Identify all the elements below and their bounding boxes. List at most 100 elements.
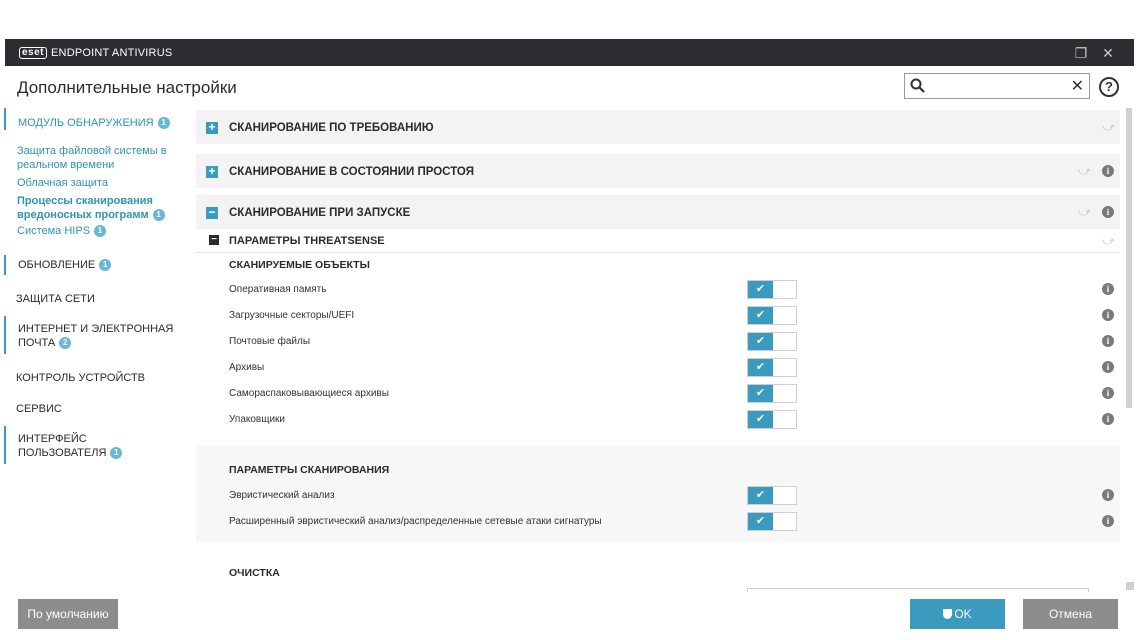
- eset-logo: eset ENDPOINT ANTIVIRUS: [19, 47, 172, 59]
- expand-icon[interactable]: +: [206, 165, 218, 178]
- setting-row: Эвристический анализ ✔ i: [196, 484, 1120, 510]
- expand-icon[interactable]: +: [206, 121, 218, 134]
- sidebar-item-label: ОБНОВЛЕНИЕ: [18, 259, 96, 271]
- section-on-demand-scan[interactable]: + СКАНИРОВАНИЕ ПО ТРЕБОВАНИЮ ⤻: [196, 110, 1120, 144]
- sidebar-item-tools[interactable]: СЕРВИС: [16, 402, 190, 416]
- revert-icon[interactable]: ⤻: [1102, 120, 1115, 135]
- count-badge: 1: [157, 117, 170, 130]
- info-icon[interactable]: i: [1102, 206, 1114, 218]
- section-startup-scan[interactable]: − СКАНИРОВАНИЕ ПРИ ЗАПУСКЕ ⤻ i: [196, 195, 1120, 229]
- toggle-switch[interactable]: ✔: [747, 384, 797, 403]
- sidebar-item-detection[interactable]: МОДУЛЬ ОБНАРУЖЕНИЯ 1: [18, 116, 190, 130]
- title-bar: eset ENDPOINT ANTIVIRUS ❐ ✕: [5, 39, 1134, 66]
- section-label: СКАНИРОВАНИЕ В СОСТОЯНИИ ПРОСТОЯ: [229, 166, 474, 178]
- setting-row: Почтовые файлы ✔ i: [196, 330, 1120, 356]
- toggle-switch[interactable]: ✔: [747, 486, 797, 505]
- subsection-threatsense[interactable]: − ПАРАМЕТРЫ THREATSENSE ⤻: [196, 229, 1120, 253]
- toggle-switch[interactable]: ✔: [747, 358, 797, 377]
- count-badge: 1: [110, 447, 123, 460]
- check-icon: ✔: [748, 333, 773, 350]
- check-icon: ✔: [748, 281, 773, 298]
- setting-row: Оперативная память ✔ i: [196, 278, 1120, 304]
- sidebar-item-hips[interactable]: Система HIPS 1: [17, 224, 175, 238]
- scrollbar-thumb[interactable]: [1126, 108, 1132, 408]
- info-icon[interactable]: i: [1102, 309, 1114, 321]
- revert-icon[interactable]: ⤻: [1078, 164, 1091, 179]
- count-badge: 1: [94, 225, 107, 238]
- toggle-switch[interactable]: ✔: [747, 512, 797, 531]
- logo-mark: eset: [19, 47, 48, 59]
- settings-content: + СКАНИРОВАНИЕ ПО ТРЕБОВАНИЮ ⤻ + СКАНИРО…: [196, 108, 1120, 592]
- page-title: Дополнительные настройки: [17, 78, 237, 97]
- sidebar-item-device-control[interactable]: КОНТРОЛЬ УСТРОЙСТВ: [16, 371, 190, 385]
- section-idle-scan[interactable]: + СКАНИРОВАНИЕ В СОСТОЯНИИ ПРОСТОЯ ⤻ i: [196, 154, 1120, 188]
- close-icon[interactable]: ✕: [1098, 43, 1118, 63]
- sidebar-item-label: ИНТЕРФЕЙС ПОЛЬЗОВАТЕЛЯ: [18, 433, 107, 459]
- toggle-switch[interactable]: ✔: [747, 280, 797, 299]
- check-icon: ✔: [748, 359, 773, 376]
- sidebar-item-web-email[interactable]: ИНТЕРНЕТ И ЭЛЕКТРОННАЯ ПОЧТА 2: [18, 322, 179, 350]
- info-icon[interactable]: i: [1102, 361, 1114, 373]
- default-button[interactable]: По умолчанию: [18, 599, 118, 629]
- check-icon: ✔: [748, 307, 773, 324]
- cleaning-level-select[interactable]: [747, 588, 1089, 592]
- search-icon: [910, 78, 925, 93]
- cancel-button[interactable]: Отмена: [1023, 599, 1118, 629]
- ok-button[interactable]: OK: [910, 599, 1005, 629]
- product-name: ENDPOINT ANTIVIRUS: [51, 47, 173, 59]
- sidebar-item-cloud-protection[interactable]: Облачная защита: [17, 176, 175, 190]
- sidebar-item-realtime-protection[interactable]: Защита файловой системы в реальном време…: [17, 144, 175, 172]
- sidebar-item-label: Процессы сканирования вредоносных програ…: [17, 195, 153, 221]
- info-icon[interactable]: i: [1102, 165, 1114, 177]
- sidebar-item-network[interactable]: ЗАЩИТА СЕТИ: [16, 292, 190, 306]
- sidebar-group-network: ЗАЩИТА СЕТИ: [4, 292, 190, 306]
- setting-label: Упаковщики: [229, 414, 286, 425]
- info-icon[interactable]: i: [1102, 387, 1114, 399]
- sidebar: МОДУЛЬ ОБНАРУЖЕНИЯ 1 Защита файловой сист…: [0, 108, 190, 464]
- revert-icon[interactable]: ⤻: [1078, 205, 1091, 220]
- check-icon: ✔: [748, 513, 773, 530]
- sidebar-item-malware-scans[interactable]: Процессы сканирования вредоносных програ…: [17, 194, 175, 222]
- info-icon[interactable]: i: [1102, 413, 1114, 425]
- sidebar-item-user-interface[interactable]: ИНТЕРФЕЙС ПОЛЬЗОВАТЕЛЯ 1: [18, 432, 144, 460]
- setting-row: Самораспаковывающиеся архивы ✔ i: [196, 382, 1120, 408]
- sidebar-group-web: ИНТЕРНЕТ И ЭЛЕКТРОННАЯ ПОЧТА 2: [4, 316, 179, 354]
- info-icon[interactable]: i: [1102, 335, 1114, 347]
- info-icon[interactable]: i: [1102, 515, 1114, 527]
- check-icon: ✔: [748, 411, 773, 428]
- count-badge: 1: [152, 209, 165, 222]
- check-icon: ✔: [748, 385, 773, 402]
- collapse-icon[interactable]: −: [206, 206, 218, 219]
- sidebar-item-update[interactable]: ОБНОВЛЕНИЕ 1: [18, 258, 190, 272]
- setting-row: Архивы ✔ i: [196, 356, 1120, 382]
- sidebar-item-label: Система HIPS: [17, 225, 91, 237]
- restore-icon[interactable]: ❐: [1071, 43, 1091, 63]
- info-icon[interactable]: i: [1102, 283, 1114, 295]
- count-badge: 1: [99, 259, 112, 272]
- revert-icon[interactable]: ⤻: [1102, 234, 1115, 249]
- info-icon[interactable]: i: [1102, 489, 1114, 501]
- scrollbar[interactable]: [1126, 108, 1134, 592]
- toggle-switch[interactable]: ✔: [747, 410, 797, 429]
- toggle-switch[interactable]: ✔: [747, 332, 797, 351]
- ok-label: OK: [954, 607, 972, 621]
- help-icon[interactable]: ?: [1099, 77, 1119, 97]
- section-label: СКАНИРОВАНИЕ ПРИ ЗАПУСКЕ: [229, 207, 411, 219]
- toggle-switch[interactable]: ✔: [747, 306, 797, 325]
- clear-search-icon[interactable]: ✕: [1071, 76, 1084, 96]
- sidebar-group-update: ОБНОВЛЕНИЕ 1: [4, 255, 190, 275]
- setting-row: Загрузочные секторы/UEFI ✔ i: [196, 304, 1120, 330]
- setting-label: Самораспаковывающиеся архивы: [229, 388, 389, 399]
- count-badge: 2: [59, 337, 72, 350]
- group-title-cleaning: ОЧИСТКА: [229, 567, 280, 579]
- sidebar-group-ui: ИНТЕРФЕЙС ПОЛЬЗОВАТЕЛЯ 1: [4, 426, 144, 464]
- sidebar-item-label: МОДУЛЬ ОБНАРУЖЕНИЯ: [18, 117, 154, 129]
- scroll-down-arrow[interactable]: [1126, 582, 1134, 590]
- sidebar-group-devices: КОНТРОЛЬ УСТРОЙСТВ: [4, 371, 190, 385]
- sidebar-group-detection: МОДУЛЬ ОБНАРУЖЕНИЯ 1: [4, 108, 190, 130]
- sidebar-item-label: ИНТЕРНЕТ И ЭЛЕКТРОННАЯ ПОЧТА: [18, 323, 174, 349]
- collapse-icon[interactable]: −: [209, 235, 219, 245]
- setting-label: Загрузочные секторы/UEFI: [229, 310, 355, 321]
- search-field[interactable]: ✕: [904, 73, 1090, 99]
- setting-label: Почтовые файлы: [229, 336, 311, 347]
